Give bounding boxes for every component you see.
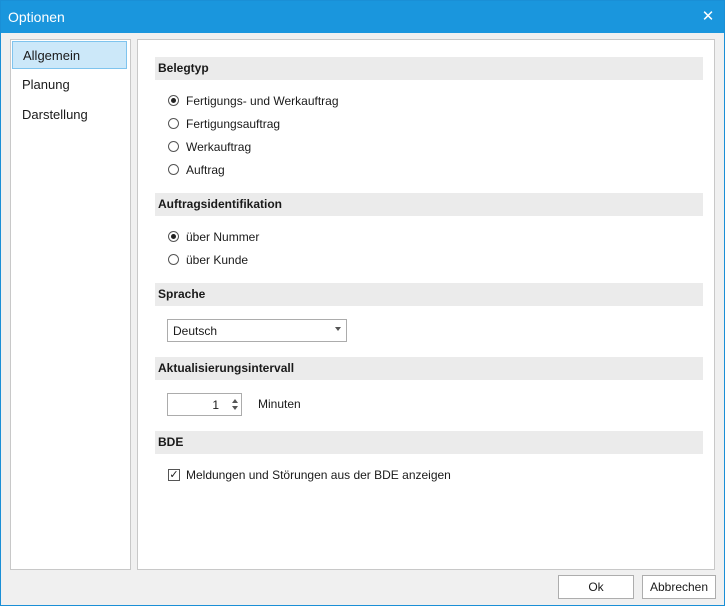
section-header-aktualisierungsintervall: Aktualisierungsintervall [155,357,703,380]
section-header-auftragsidentifikation: Auftragsidentifikation [155,193,703,216]
cancel-button[interactable]: Abbrechen [642,575,716,599]
radio-button[interactable] [168,164,179,175]
chevron-down-icon[interactable] [335,327,341,331]
nav-item-planung[interactable]: Planung [12,71,127,99]
close-icon[interactable]: ✕ [692,1,724,33]
radio-button[interactable] [168,95,179,106]
radio-label: über Kunde [186,253,249,267]
checkbox-label: Meldungen und Störungen aus der BDE anze… [186,468,451,482]
radio-button[interactable] [168,254,179,265]
radio-button[interactable] [168,231,179,242]
language-value: Deutsch [173,324,218,338]
ok-button[interactable]: Ok [558,575,634,599]
nav-item-allgemein[interactable]: Allgemein [12,41,127,69]
radio-button[interactable] [168,141,179,152]
settings-panel: Belegtyp Fertigungs- und Werkauftrag Fer… [137,39,715,570]
interval-unit-label: Minuten [258,397,301,411]
category-list: Allgemein Planung Darstellung [10,39,131,570]
window-title: Optionen [8,9,65,25]
radio-label: Werkauftrag [186,140,252,154]
language-dropdown[interactable]: Deutsch [167,319,347,342]
section-header-sprache: Sprache [155,283,703,306]
radio-button[interactable] [168,118,179,129]
section-header-belegtyp: Belegtyp [155,57,703,80]
radio-label: Fertigungs- und Werkauftrag [186,94,339,108]
spin-up-icon[interactable] [232,399,238,403]
checkbox[interactable]: ✓ [168,469,180,481]
options-dialog: Optionen ✕ Allgemein Planung Darstellung… [0,0,725,606]
section-header-bde: BDE [155,431,703,454]
interval-stepper[interactable]: 1 [167,393,242,416]
radio-label: Fertigungsauftrag [186,117,281,131]
spin-down-icon[interactable] [232,406,238,410]
nav-item-darstellung[interactable]: Darstellung [12,101,127,129]
title-bar: Optionen ✕ [1,1,724,33]
radio-label: Auftrag [186,163,225,177]
radio-label: über Nummer [186,230,260,244]
interval-value: 1 [212,398,219,412]
